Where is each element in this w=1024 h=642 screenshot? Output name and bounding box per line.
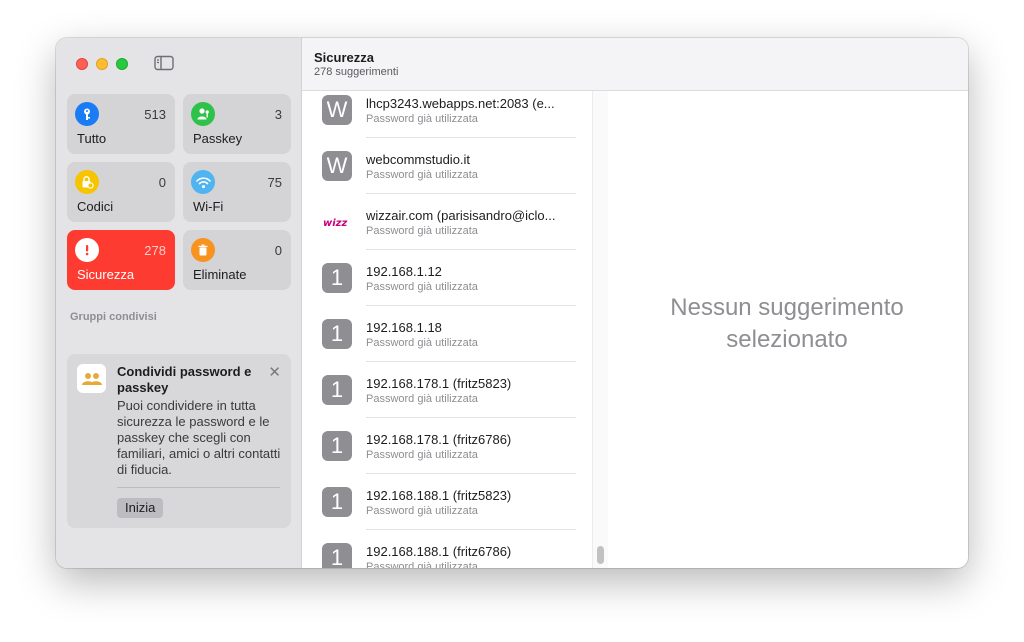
category-label: Codici: [77, 199, 114, 214]
letter-icon: 1: [322, 487, 352, 517]
category-count: 3: [274, 107, 282, 122]
list-item[interactable]: wizz wizzair.com (parisisandro@iclo... Pas…: [302, 194, 592, 250]
list-item-subtitle: Password già utilizzata: [366, 281, 478, 293]
category-label: Eliminate: [193, 267, 247, 282]
zoom-window-button[interactable]: [116, 58, 128, 70]
category-count: 0: [158, 175, 166, 190]
list-item[interactable]: 1 192.168.1.12 Password già utilizzata: [302, 250, 592, 306]
no-selection-line-2: selezionato: [726, 326, 848, 353]
list-item-title: webcommstudio.it: [366, 152, 471, 167]
category-tutto[interactable]: 513 Tutto: [67, 94, 175, 154]
minimize-window-button[interactable]: [96, 58, 108, 70]
list-item[interactable]: 1 192.168.188.1 (fritz6786) Password già u…: [302, 530, 592, 568]
share-passwords-card: Condividi password e passkey ✕ Puoi cond…: [67, 354, 291, 528]
list-item-title: 192.168.188.1 (fritz5823): [366, 488, 512, 503]
category-passkey[interactable]: 3 Passkey: [183, 94, 291, 154]
close-window-button[interactable]: [76, 58, 88, 70]
no-selection-line-1: Nessun suggerimento: [670, 294, 904, 321]
security-list-pane: Sicurezza 278 suggerimenti Wlhcp3243.web…: [302, 38, 608, 568]
category-count: 278: [144, 243, 166, 258]
list-item-subtitle: Password già utilizzata: [366, 505, 478, 517]
start-sharing-button[interactable]: Inizia: [117, 498, 164, 518]
suggestions-list-inner: Wlhcp3243.webapps.net:2083 (e... Password…: [302, 91, 592, 568]
window-controls: [76, 58, 128, 70]
list-item-subtitle: Password già utilizzata: [366, 337, 478, 349]
list-item-title: lhcp3243.webapps.net:2083 (e...: [366, 96, 555, 111]
list-title: Sicurezza: [314, 50, 374, 65]
letter-icon: 1: [322, 543, 352, 568]
category-label: Wi-Fi: [193, 199, 224, 214]
detail-header: [608, 38, 968, 91]
category-codici[interactable]: 0 Codici: [67, 162, 175, 222]
scrollbar[interactable]: [592, 91, 608, 568]
category-label: Tutto: [77, 131, 107, 146]
list-item[interactable]: Wlhcp3243.webapps.net:2083 (e... Password…: [302, 91, 592, 138]
detail-pane: Nessun suggerimento selezionato: [608, 38, 968, 568]
category-label: Sicurezza: [77, 267, 135, 282]
list-item[interactable]: 1 192.168.1.18 Password già utilizzata: [302, 306, 592, 362]
list-item-subtitle: Password già utilizzata: [366, 393, 478, 405]
list-item-title: 192.168.188.1 (fritz6786): [366, 544, 512, 559]
list-item[interactable]: Wwebcommstudio.it Password già utilizzata: [302, 138, 592, 194]
category-count: 0: [274, 243, 282, 258]
list-item-title: 192.168.1.18: [366, 320, 442, 335]
category-grid: 513 Tutto 3 Passkey 0 Codici 75 Wi-Fi 27…: [67, 94, 291, 290]
people-icon: [77, 364, 106, 393]
key-icon: [75, 102, 99, 126]
list-item-title: 192.168.1.12: [366, 264, 442, 279]
letter-icon: 1: [322, 263, 352, 293]
list-subtitle: 278 suggerimenti: [314, 66, 399, 78]
letter-icon: W: [322, 95, 352, 125]
category-eliminate[interactable]: 0 Eliminate: [183, 230, 291, 290]
list-item-subtitle: Password già utilizzata: [366, 113, 478, 125]
list-item-subtitle: Password già utilizzata: [366, 561, 478, 568]
category-count: 75: [267, 175, 282, 190]
close-icon[interactable]: ✕: [268, 363, 281, 381]
wizzair-logo-icon: wizz: [322, 207, 352, 237]
exclamation-icon: [75, 238, 99, 262]
list-item-title: 192.168.178.1 (fritz6786): [366, 432, 512, 447]
wifi-icon: [191, 170, 215, 194]
divider: [117, 487, 280, 488]
category-label: Passkey: [193, 131, 243, 146]
share-card-title: Condividi password e passkey: [117, 364, 252, 395]
letter-icon: 1: [322, 375, 352, 405]
list-item-subtitle: Password già utilizzata: [366, 449, 478, 461]
list-item-subtitle: Password già utilizzata: [366, 225, 478, 237]
list-item[interactable]: 1 192.168.188.1 (fritz5823) Password già u…: [302, 474, 592, 530]
passwords-window: 513 Tutto 3 Passkey 0 Codici 75 Wi-Fi 27…: [56, 38, 968, 568]
suggestions-list[interactable]: Wlhcp3243.webapps.net:2083 (e... Password…: [302, 91, 608, 568]
share-card-description: Puoi condividere in tutta sicurezza le p…: [117, 398, 281, 477]
shared-groups-heading: Gruppi condivisi: [70, 311, 157, 323]
list-item[interactable]: 1 192.168.178.1 (fritz5823) Password già u…: [302, 362, 592, 418]
category-sicurezza[interactable]: 278 Sicurezza: [67, 230, 175, 290]
list-header: Sicurezza 278 suggerimenti: [302, 38, 608, 91]
sidebar: 513 Tutto 3 Passkey 0 Codici 75 Wi-Fi 27…: [56, 38, 302, 568]
sidebar-toggle-icon[interactable]: [154, 55, 174, 71]
list-item[interactable]: 1 192.168.178.1 (fritz6786) Password già u…: [302, 418, 592, 474]
letter-icon: 1: [322, 319, 352, 349]
category-wifi[interactable]: 75 Wi-Fi: [183, 162, 291, 222]
svg-text:wizz: wizz: [323, 218, 347, 229]
category-count: 513: [144, 107, 166, 122]
person-key-icon: [191, 102, 215, 126]
list-item-subtitle: Password già utilizzata: [366, 169, 478, 181]
no-selection-message: Nessun suggerimento selezionato: [608, 292, 966, 356]
scrollbar-thumb[interactable]: [597, 546, 604, 564]
trash-icon: [191, 238, 215, 262]
letter-icon: 1: [322, 431, 352, 461]
list-item-title: 192.168.178.1 (fritz5823): [366, 376, 512, 391]
letter-icon: W: [322, 151, 352, 181]
list-item-title: wizzair.com (parisisandro@iclo...: [366, 208, 556, 223]
lock-clock-icon: [75, 170, 99, 194]
